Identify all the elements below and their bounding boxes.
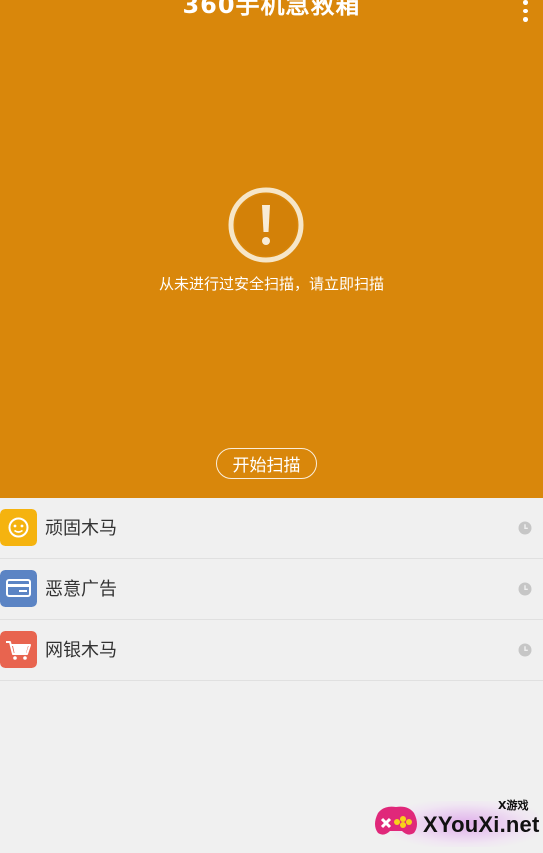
cart-icon xyxy=(0,631,37,668)
app-screen: 360手机急救箱 从未进行过安全扫描，请立即扫描 开始扫描 顽固木马 恶意广告 … xyxy=(0,0,543,853)
menu-dot xyxy=(522,17,528,23)
site-watermark: X游戏 XYouXi.net xyxy=(370,795,543,853)
alert-icon xyxy=(228,187,304,263)
threat-category-list: 顽固木马 恶意广告 网银木马 xyxy=(0,498,543,681)
clock-icon xyxy=(518,582,532,596)
app-title: 360手机急救箱 xyxy=(182,0,361,19)
list-item-label: 恶意广告 xyxy=(45,579,117,600)
menu-dot xyxy=(522,8,528,14)
more-menu-button[interactable] xyxy=(513,0,537,23)
start-scan-button[interactable]: 开始扫描 xyxy=(216,448,317,479)
menu-dot xyxy=(522,0,528,5)
watermark-small-text: X游戏 xyxy=(498,799,529,812)
scan-status-text: 从未进行过安全扫描，请立即扫描 xyxy=(158,275,384,293)
scan-panel: 360手机急救箱 从未进行过安全扫描，请立即扫描 开始扫描 xyxy=(0,0,543,498)
clock-icon xyxy=(518,643,532,657)
gamepad-logo-icon xyxy=(375,806,417,835)
clock-icon xyxy=(518,521,532,535)
card-icon xyxy=(0,570,37,607)
list-item-stubborn-trojan[interactable]: 顽固木马 xyxy=(0,498,543,559)
watermark-text: XYouXi.net xyxy=(423,812,540,837)
face-icon xyxy=(0,509,37,546)
list-item-banking-trojan[interactable]: 网银木马 xyxy=(0,620,543,681)
list-item-label: 网银木马 xyxy=(45,640,117,661)
list-item-label: 顽固木马 xyxy=(45,518,117,539)
list-item-malicious-ads[interactable]: 恶意广告 xyxy=(0,559,543,620)
